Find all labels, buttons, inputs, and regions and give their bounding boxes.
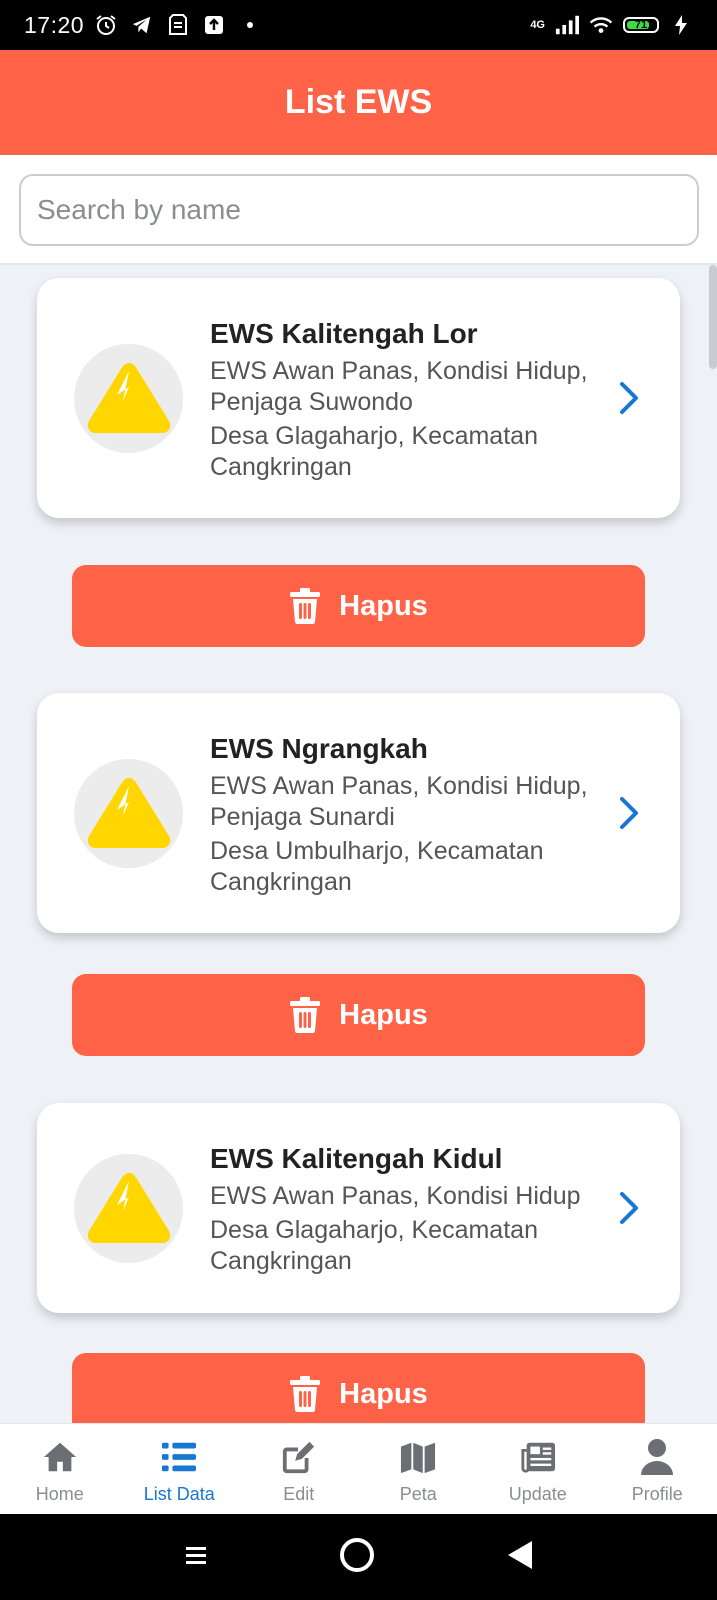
mountain-icon	[87, 362, 170, 433]
delete-button-label: Hapus	[339, 589, 428, 622]
ews-detail-line: EWS Awan Panas, Kondisi Hidup	[210, 1182, 581, 1210]
battery-icon: 71	[623, 17, 659, 33]
ews-card[interactable]: EWS Ngrangkah EWS Awan Panas, Kondisi Hi…	[37, 693, 680, 933]
app-bar: List EWS	[0, 50, 717, 155]
ews-name: EWS Kalitengah Lor	[210, 318, 478, 349]
signal-icon	[555, 13, 579, 37]
trash-icon	[290, 1376, 321, 1412]
ews-detail-line: Penjaga Suwondo	[210, 388, 413, 416]
chevron-right-icon[interactable]	[618, 380, 642, 416]
list-icon	[161, 1438, 197, 1476]
ews-location-line: Cangkringan	[210, 1247, 352, 1275]
status-bar: 17:20 4G 71	[0, 0, 717, 50]
ews-location-line: Desa Glagaharjo, Kecamatan	[210, 1216, 538, 1244]
chevron-right-icon[interactable]	[618, 1190, 642, 1226]
home-icon	[42, 1438, 78, 1476]
mountain-icon	[87, 777, 170, 848]
list-scrollbar[interactable]	[709, 265, 717, 369]
delete-button-label: Hapus	[339, 998, 428, 1031]
nav-label: Update	[508, 1484, 567, 1504]
charging-icon	[669, 13, 693, 37]
ews-list[interactable]: EWS Kalitengah Lor EWS Awan Panas, Kondi…	[0, 265, 717, 1423]
ews-name: EWS Ngrangkah	[210, 733, 428, 764]
chevron-right-icon[interactable]	[618, 795, 642, 831]
nav-label: Edit	[283, 1484, 315, 1504]
ews-avatar	[74, 759, 183, 868]
nav-item-edit[interactable]: Edit	[239, 1424, 359, 1515]
battery-level: 71	[634, 19, 648, 31]
trash-icon	[290, 997, 321, 1033]
home-circle-icon[interactable]	[338, 1536, 376, 1579]
back-icon[interactable]	[506, 1539, 534, 1576]
telegram-icon	[130, 13, 154, 37]
map-icon	[400, 1438, 436, 1476]
nav-item-list-data[interactable]: List Data	[120, 1424, 240, 1515]
nav-label: Profile	[631, 1484, 683, 1504]
wifi-icon	[589, 13, 613, 37]
status-time: 17:20	[24, 11, 85, 38]
upload-icon	[202, 13, 226, 37]
nav-item-home[interactable]: Home	[0, 1424, 120, 1515]
ews-avatar	[74, 1154, 183, 1263]
ews-detail-line: EWS Awan Panas, Kondisi Hidup,	[210, 357, 588, 385]
ews-location-line: Desa Umbulharjo, Kecamatan	[210, 837, 544, 865]
menu-icon[interactable]	[184, 1545, 208, 1570]
ews-location-line: Desa Glagaharjo, Kecamatan	[210, 422, 538, 450]
page-title: List EWS	[284, 83, 433, 121]
edit-icon	[281, 1438, 317, 1476]
nav-label: Peta	[399, 1484, 437, 1504]
ews-detail-line: Penjaga Sunardi	[210, 803, 395, 831]
ews-location-line: Cangkringan	[210, 868, 352, 896]
delete-button-label: Hapus	[339, 1377, 428, 1410]
alarm-icon	[94, 13, 118, 37]
nav-item-peta[interactable]: Peta	[359, 1424, 479, 1515]
sim-icon	[166, 13, 190, 37]
delete-button[interactable]: Hapus	[72, 565, 645, 647]
user-icon	[639, 1438, 675, 1476]
nav-label: List Data	[143, 1484, 215, 1504]
delete-button[interactable]: Hapus	[72, 974, 645, 1056]
ews-card[interactable]: EWS Kalitengah Kidul EWS Awan Panas, Kon…	[37, 1103, 680, 1313]
ews-name: EWS Kalitengah Kidul	[210, 1143, 503, 1174]
nav-item-profile[interactable]: Profile	[598, 1424, 717, 1515]
ews-location-line: Cangkringan	[210, 453, 352, 481]
system-nav-bar	[0, 1514, 717, 1600]
dot-icon	[238, 13, 262, 37]
nav-label: Home	[35, 1484, 84, 1504]
search-input[interactable]	[19, 174, 699, 246]
bottom-nav: Home List Data Edit Peta Update Profile	[0, 1423, 717, 1515]
ews-avatar	[74, 344, 183, 453]
delete-button[interactable]: Hapus	[72, 1353, 645, 1423]
newspaper-icon	[520, 1438, 556, 1476]
nav-item-update[interactable]: Update	[478, 1424, 598, 1515]
trash-icon	[290, 588, 321, 624]
network-type: 4G	[530, 19, 545, 31]
mountain-icon	[87, 1172, 170, 1243]
search-container	[0, 155, 717, 265]
ews-detail-line: EWS Awan Panas, Kondisi Hidup,	[210, 772, 588, 800]
ews-card[interactable]: EWS Kalitengah Lor EWS Awan Panas, Kondi…	[37, 278, 680, 518]
